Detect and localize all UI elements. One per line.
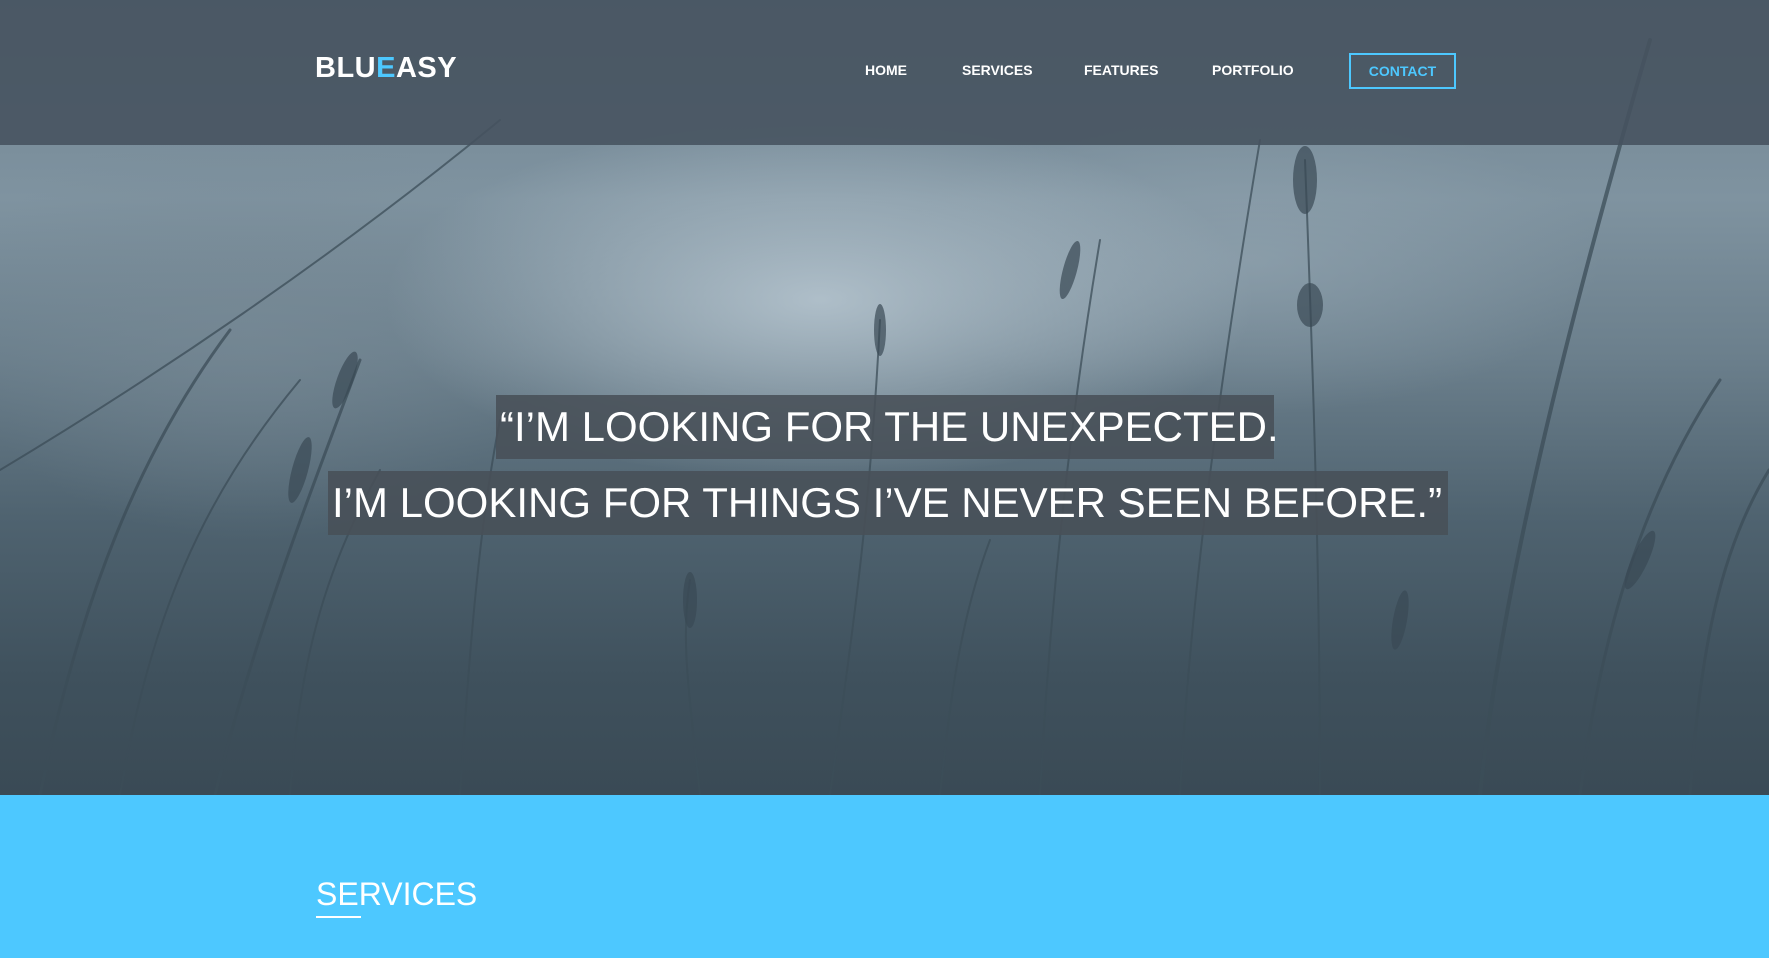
nav-item-features[interactable]: FEATURES bbox=[1084, 62, 1158, 78]
services-heading-underline bbox=[316, 916, 361, 918]
main-navigation: HOME SERVICES FEATURES PORTFOLIO CONTACT bbox=[0, 53, 1769, 89]
site-header: BLUEASY HOME SERVICES FEATURES PORTFOLIO… bbox=[0, 0, 1769, 145]
nav-item-home[interactable]: HOME bbox=[865, 62, 907, 78]
services-section: SERVICES bbox=[0, 795, 1769, 958]
hero-quote-line-2: I’M LOOKING FOR THINGS I’VE NEVER SEEN B… bbox=[328, 471, 1448, 535]
services-heading: SERVICES bbox=[316, 876, 478, 912]
hero-quote-line-1: “I’M LOOKING FOR THE UNEXPECTED. bbox=[496, 395, 1279, 459]
nav-item-services[interactable]: SERVICES bbox=[962, 62, 1033, 78]
contact-button[interactable]: CONTACT bbox=[1349, 53, 1456, 89]
page: “I’M LOOKING FOR THE UNEXPECTED. I’M LOO… bbox=[0, 0, 1769, 958]
nav-item-portfolio[interactable]: PORTFOLIO bbox=[1212, 62, 1294, 78]
